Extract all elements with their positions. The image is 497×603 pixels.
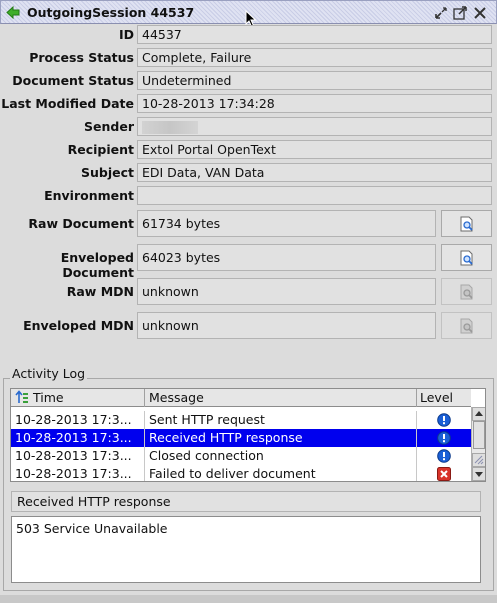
message-detail-text[interactable]: 503 Service Unavailable — [11, 516, 481, 583]
last-modified-field[interactable]: 10-28-2013 17:34:28 — [137, 94, 492, 113]
row-level — [417, 447, 471, 465]
view-enveloped-document-button[interactable] — [441, 244, 492, 271]
sender-label: Sender — [84, 119, 134, 134]
scroll-up-button[interactable] — [472, 407, 485, 421]
title-bar[interactable]: OutgoingSession 44537 — [0, 0, 497, 28]
document-status-label: Document Status — [12, 73, 134, 88]
document-status-field[interactable]: Undetermined — [137, 71, 492, 90]
subject-label: Subject — [81, 165, 134, 180]
raw-document-label: Raw Document — [28, 216, 134, 231]
row-message: Sent HTTP request — [145, 411, 417, 429]
column-header-level[interactable]: Level — [417, 389, 471, 407]
back-arrow-icon[interactable] — [6, 6, 20, 19]
info-icon — [437, 449, 451, 463]
subject-field[interactable]: EDI Data, VAN Data — [137, 163, 492, 182]
enveloped-document-field[interactable]: 64023 bytes — [137, 244, 436, 271]
table-row[interactable]: 10-28-2013 17:3... Sent HTTP request — [11, 411, 471, 429]
view-document-icon — [460, 284, 473, 299]
table-row[interactable]: 10-28-2013 17:3... Failed to deliver docu… — [11, 465, 471, 481]
view-raw-mdn-button[interactable] — [441, 278, 492, 305]
scrollbar-thumb[interactable] — [473, 421, 485, 449]
activity-log-title: Activity Log — [10, 366, 88, 381]
raw-mdn-field[interactable]: unknown — [137, 278, 436, 305]
arrow-up-icon — [475, 411, 483, 416]
last-modified-label: Last Modified Date — [1, 96, 134, 111]
table-header: Time Message Level — [11, 389, 471, 407]
row-time: 10-28-2013 17:3... — [11, 411, 145, 429]
id-field[interactable]: 44537 — [137, 25, 492, 44]
grip-icon — [474, 455, 484, 465]
table-row[interactable]: 10-28-2013 17:3... Received HTTP response — [11, 429, 471, 447]
window-bottom-edge — [0, 595, 497, 603]
view-raw-document-button[interactable] — [441, 210, 492, 237]
view-document-icon — [460, 216, 473, 231]
info-icon — [437, 413, 451, 427]
row-time: 10-28-2013 17:3... — [11, 465, 145, 481]
recipient-field[interactable]: Extol Portal OpenText — [137, 140, 492, 159]
environment-label: Environment — [44, 188, 134, 203]
vertical-scrollbar[interactable] — [471, 407, 485, 481]
minimize-icon[interactable] — [433, 5, 449, 21]
sort-ascending-icon — [15, 390, 28, 403]
enveloped-document-label: Enveloped Document — [60, 250, 134, 280]
row-level — [417, 465, 471, 481]
enveloped-mdn-field[interactable]: unknown — [137, 312, 436, 339]
close-icon[interactable] — [472, 5, 488, 21]
info-icon — [437, 431, 451, 445]
selected-message-field[interactable]: Received HTTP response — [11, 491, 481, 512]
row-message: Received HTTP response — [145, 429, 417, 447]
raw-document-field[interactable]: 61734 bytes — [137, 210, 436, 237]
redacted-sender — [142, 121, 198, 134]
column-header-time-label: Time — [32, 390, 64, 405]
process-status-field[interactable]: Complete, Failure — [137, 48, 492, 67]
arrow-down-icon — [475, 472, 483, 477]
row-message: Closed connection — [145, 447, 417, 465]
row-level — [417, 411, 471, 429]
activity-log-table[interactable]: Time Message Level 10-28-2013 17:3... Sen… — [10, 388, 486, 482]
maximize-icon[interactable] — [452, 5, 468, 21]
raw-mdn-label: Raw MDN — [66, 284, 134, 299]
column-header-message[interactable]: Message — [145, 389, 417, 407]
error-icon — [437, 467, 451, 481]
sender-field[interactable] — [137, 117, 492, 136]
scroll-down-button[interactable] — [472, 467, 485, 481]
row-message: Failed to deliver document — [145, 465, 417, 481]
view-enveloped-mdn-button[interactable] — [441, 312, 492, 339]
enveloped-mdn-label: Enveloped MDN — [23, 318, 134, 333]
scroll-grip[interactable] — [472, 453, 485, 467]
window-title: OutgoingSession 44537 — [27, 5, 195, 20]
column-header-time[interactable]: Time — [11, 389, 145, 407]
row-time: 10-28-2013 17:3... — [11, 429, 145, 447]
row-level — [417, 429, 471, 447]
id-label: ID — [118, 27, 134, 42]
process-status-label: Process Status — [29, 50, 134, 65]
environment-field[interactable] — [137, 186, 492, 205]
table-row[interactable]: 10-28-2013 17:3... Closed connection — [11, 447, 471, 465]
view-document-icon — [460, 250, 473, 265]
row-time: 10-28-2013 17:3... — [11, 447, 145, 465]
recipient-label: Recipient — [67, 142, 134, 157]
view-document-icon — [460, 318, 473, 333]
